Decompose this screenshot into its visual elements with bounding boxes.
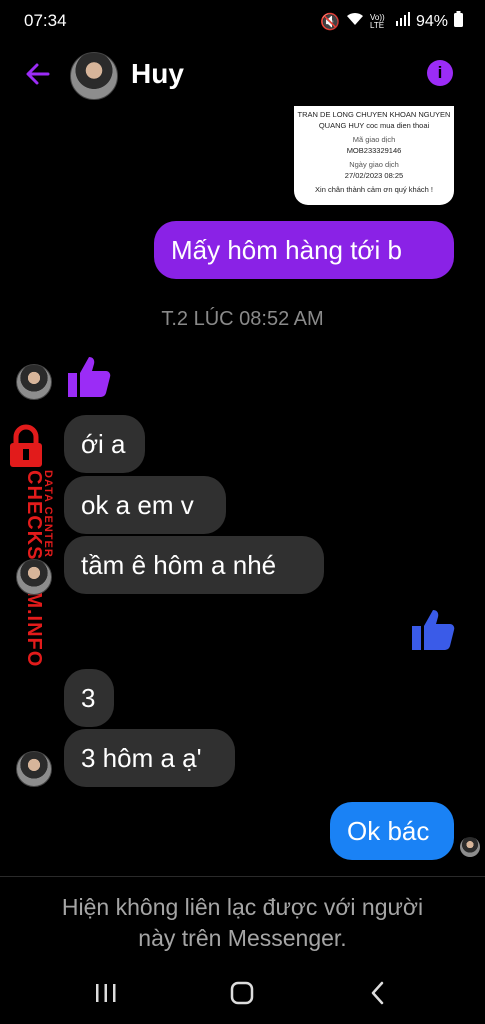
home-icon[interactable] xyxy=(229,975,255,1011)
mute-icon: 🔇 xyxy=(320,13,340,31)
contact-avatar[interactable] xyxy=(70,52,118,100)
message-incoming[interactable]: ới a xyxy=(64,415,145,473)
info-icon[interactable]: i xyxy=(427,60,453,86)
network-label: Vo)) LTE xyxy=(369,12,385,30)
message-incoming[interactable]: 3 xyxy=(64,669,114,727)
message-outgoing[interactable]: Ok bác xyxy=(330,802,454,860)
contact-name[interactable]: Huy xyxy=(131,58,184,90)
battery-level: 94% xyxy=(415,12,448,30)
seen-avatar xyxy=(460,837,480,857)
receipt-thanks: Xin chân thành cảm ơn quý khách ! xyxy=(315,185,433,194)
status-icons: 🔇 Vo)) LTE 94% xyxy=(320,11,463,32)
receipt-date-label: Ngày giao dịch xyxy=(349,160,399,169)
wifi-icon xyxy=(346,12,364,31)
message-timestamp: T.2 LÚC 08:52 AM xyxy=(161,308,324,330)
recent-apps-icon[interactable] xyxy=(94,975,118,1011)
message-incoming[interactable]: ok a em v xyxy=(64,476,226,534)
back-nav-icon[interactable] xyxy=(368,975,388,1011)
receipt-image[interactable]: TRAN DE LONG CHUYEN KHOAN NGUYEN QUANG H… xyxy=(294,106,454,205)
notice-line2: này trên Messenger. xyxy=(138,925,347,951)
message-incoming[interactable]: tầm ê hôm a nhé xyxy=(64,536,324,594)
receipt-code: MOB233329146 xyxy=(346,146,402,155)
signal-icon xyxy=(395,12,410,31)
battery-icon xyxy=(454,11,463,32)
receipt-date: 27/02/2023 08:25 xyxy=(344,171,404,180)
message-outgoing[interactable]: Mấy hôm hàng tới b xyxy=(154,221,454,279)
notice-line1: Hiện không liên lạc được với người xyxy=(61,894,424,920)
watermark-sub: DATA CENTER xyxy=(42,470,54,558)
message-incoming[interactable]: 3 hôm a ạ' xyxy=(64,729,235,787)
sender-avatar[interactable] xyxy=(16,559,52,595)
receipt-code-label: Mã giao dịch xyxy=(352,135,396,144)
lock-logo-icon xyxy=(6,424,46,468)
sender-avatar[interactable] xyxy=(16,751,52,787)
back-arrow-icon[interactable] xyxy=(22,58,54,90)
unavailable-notice: Hiện không liên lạc được với người này t… xyxy=(0,892,485,954)
receipt-line1: TRAN DE LONG CHUYEN KHOAN NGUYEN xyxy=(297,110,451,119)
receipt-line2: QUANG HUY coc mua dien thoai xyxy=(318,121,430,130)
status-time: 07:34 xyxy=(24,11,67,30)
sender-avatar[interactable] xyxy=(16,364,52,400)
thumbs-up-icon[interactable] xyxy=(64,353,112,406)
thumbs-up-icon[interactable] xyxy=(408,606,456,659)
divider xyxy=(0,876,485,877)
